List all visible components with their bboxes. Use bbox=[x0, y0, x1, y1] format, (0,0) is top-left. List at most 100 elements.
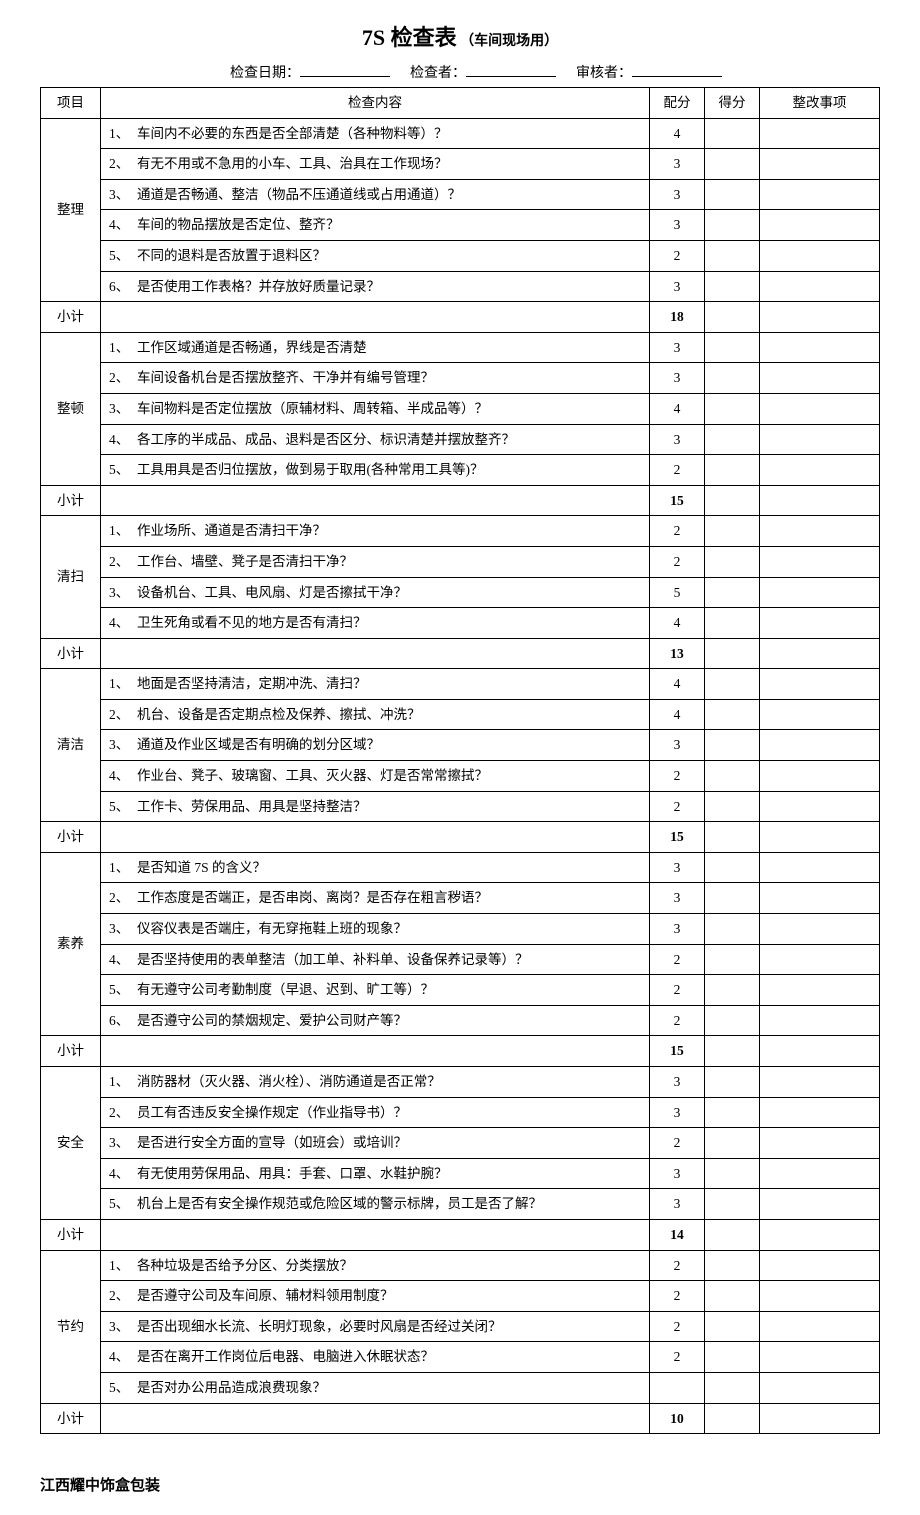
correction-cell bbox=[760, 1311, 880, 1342]
table-row: 节约1、各种垃圾是否给予分区、分类摆放？2 bbox=[41, 1250, 880, 1281]
correction-cell bbox=[760, 1067, 880, 1098]
item-text: 仪容仪表是否端庄，有无穿拖鞋上班的现象？ bbox=[137, 921, 407, 936]
item-text: 是否进行安全方面的宣导（如班会）或培训？ bbox=[137, 1135, 407, 1150]
score-cell bbox=[705, 577, 760, 608]
content-cell: 3、车间物料是否定位摆放（原辅材料、周转箱、半成品等）？ bbox=[101, 393, 650, 424]
item-number: 4、 bbox=[109, 1346, 137, 1368]
subtotal-empty bbox=[101, 302, 650, 333]
table-row: 4、是否在离开工作岗位后电器、电脑进入休眠状态？2 bbox=[41, 1342, 880, 1373]
subtotal-correction bbox=[760, 302, 880, 333]
item-number: 3、 bbox=[109, 184, 137, 206]
score-cell bbox=[705, 852, 760, 883]
content-cell: 5、有无遵守公司考勤制度（早退、迟到、旷工等）？ bbox=[101, 975, 650, 1006]
score-cell bbox=[705, 761, 760, 792]
item-text: 通道及作业区域是否有明确的划分区域？ bbox=[137, 737, 380, 752]
content-cell: 4、有无使用劳保用品、用具：手套、口罩、水鞋护腕？ bbox=[101, 1158, 650, 1189]
correction-cell bbox=[760, 1005, 880, 1036]
category-cell: 节约 bbox=[41, 1250, 101, 1403]
correction-cell bbox=[760, 852, 880, 883]
correction-cell bbox=[760, 1189, 880, 1220]
correction-cell bbox=[760, 546, 880, 577]
item-text: 卫生死角或看不见的地方是否有清扫？ bbox=[137, 615, 367, 630]
item-number: 5、 bbox=[109, 245, 137, 267]
content-cell: 4、作业台、凳子、玻璃窗、工具、灭火器、灯是否常常擦拭？ bbox=[101, 761, 650, 792]
correction-cell bbox=[760, 363, 880, 394]
content-cell: 2、工作态度是否端正，是否串岗、离岗？是否存在粗言秽语？ bbox=[101, 883, 650, 914]
item-number: 6、 bbox=[109, 276, 137, 298]
table-row: 3、是否进行安全方面的宣导（如班会）或培训？2 bbox=[41, 1128, 880, 1159]
title-main: 7S 检查表 bbox=[362, 25, 457, 50]
meta-date: 检查日期： bbox=[230, 62, 390, 82]
allocated-cell: 2 bbox=[650, 1250, 705, 1281]
subtotal-correction bbox=[760, 1403, 880, 1434]
allocated-cell: 3 bbox=[650, 1158, 705, 1189]
item-number: 3、 bbox=[109, 398, 137, 420]
item-number: 5、 bbox=[109, 1193, 137, 1215]
subtotal-empty bbox=[101, 822, 650, 853]
item-text: 是否在离开工作岗位后电器、电脑进入休眠状态？ bbox=[137, 1349, 434, 1364]
item-text: 作业台、凳子、玻璃窗、工具、灭火器、灯是否常常擦拭？ bbox=[137, 768, 488, 783]
item-text: 是否对办公用品造成浪费现象？ bbox=[137, 1380, 326, 1395]
item-number: 6、 bbox=[109, 1010, 137, 1032]
header-allocated: 配分 bbox=[650, 88, 705, 119]
category-cell: 安全 bbox=[41, 1067, 101, 1220]
subtotal-label: 小计 bbox=[41, 1219, 101, 1250]
content-cell: 4、卫生死角或看不见的地方是否有清扫？ bbox=[101, 608, 650, 639]
subtotal-correction bbox=[760, 638, 880, 669]
item-text: 工作区域通道是否畅通，界线是否清楚 bbox=[137, 340, 367, 355]
allocated-cell: 2 bbox=[650, 975, 705, 1006]
content-cell: 4、各工序的半成品、成品、退料是否区分、标识清楚并摆放整齐？ bbox=[101, 424, 650, 455]
content-cell: 4、车间的物品摆放是否定位、整齐？ bbox=[101, 210, 650, 241]
content-cell: 5、是否对办公用品造成浪费现象？ bbox=[101, 1372, 650, 1403]
correction-cell bbox=[760, 271, 880, 302]
item-text: 是否坚持使用的表单整洁（加工单、补料单、设备保养记录等）？ bbox=[137, 952, 529, 967]
allocated-cell: 3 bbox=[650, 1067, 705, 1098]
subtotal-label: 小计 bbox=[41, 485, 101, 516]
subtotal-score bbox=[705, 302, 760, 333]
allocated-cell: 2 bbox=[650, 546, 705, 577]
category-cell: 清扫 bbox=[41, 516, 101, 638]
content-cell: 6、是否遵守公司的禁烟规定、爱护公司财产等？ bbox=[101, 1005, 650, 1036]
item-number: 4、 bbox=[109, 214, 137, 236]
item-number: 2、 bbox=[109, 1102, 137, 1124]
item-number: 1、 bbox=[109, 1071, 137, 1093]
item-text: 有无不用或不急用的小车、工具、治具在工作现场？ bbox=[137, 156, 448, 171]
subtotal-row: 小计15 bbox=[41, 485, 880, 516]
subtotal-value: 15 bbox=[650, 822, 705, 853]
meta-reviewer-label: 审核者： bbox=[576, 62, 632, 82]
score-cell bbox=[705, 1281, 760, 1312]
item-number: 1、 bbox=[109, 520, 137, 542]
table-row: 5、是否对办公用品造成浪费现象？ bbox=[41, 1372, 880, 1403]
correction-cell bbox=[760, 1372, 880, 1403]
content-cell: 3、设备机台、工具、电风扇、灯是否擦拭干净？ bbox=[101, 577, 650, 608]
subtotal-label: 小计 bbox=[41, 1403, 101, 1434]
score-cell bbox=[705, 1097, 760, 1128]
item-text: 车间的物品摆放是否定位、整齐？ bbox=[137, 217, 340, 232]
content-cell: 2、员工有否违反安全操作规定（作业指导书）？ bbox=[101, 1097, 650, 1128]
table-row: 4、卫生死角或看不见的地方是否有清扫？4 bbox=[41, 608, 880, 639]
correction-cell bbox=[760, 975, 880, 1006]
allocated-cell: 2 bbox=[650, 516, 705, 547]
item-number: 3、 bbox=[109, 1132, 137, 1154]
allocated-cell: 5 bbox=[650, 577, 705, 608]
score-cell bbox=[705, 944, 760, 975]
checklist-table: 项目 检查内容 配分 得分 整改事项 整理1、车间内不必要的东西是否全部清楚（各… bbox=[40, 87, 880, 1434]
meta-reviewer: 审核者： bbox=[576, 62, 722, 82]
item-text: 机台、设备是否定期点检及保养、擦拭、冲洗？ bbox=[137, 707, 421, 722]
content-cell: 3、通道及作业区域是否有明确的划分区域？ bbox=[101, 730, 650, 761]
correction-cell bbox=[760, 516, 880, 547]
header-content: 检查内容 bbox=[101, 88, 650, 119]
item-number: 5、 bbox=[109, 1377, 137, 1399]
table-row: 清扫1、作业场所、通道是否清扫干净？2 bbox=[41, 516, 880, 547]
item-text: 有无遵守公司考勤制度（早退、迟到、旷工等）？ bbox=[137, 982, 434, 997]
table-row: 5、机台上是否有安全操作规范或危险区域的警示标牌，员工是否了解？3 bbox=[41, 1189, 880, 1220]
allocated-cell: 3 bbox=[650, 883, 705, 914]
item-text: 各种垃圾是否给予分区、分类摆放？ bbox=[137, 1258, 353, 1273]
score-cell bbox=[705, 1067, 760, 1098]
correction-cell bbox=[760, 577, 880, 608]
subtotal-correction bbox=[760, 822, 880, 853]
item-text: 工具用具是否归位摆放，做到易于取用(各种常用工具等)？ bbox=[137, 462, 484, 477]
score-cell bbox=[705, 914, 760, 945]
subtotal-label: 小计 bbox=[41, 302, 101, 333]
correction-cell bbox=[760, 669, 880, 700]
